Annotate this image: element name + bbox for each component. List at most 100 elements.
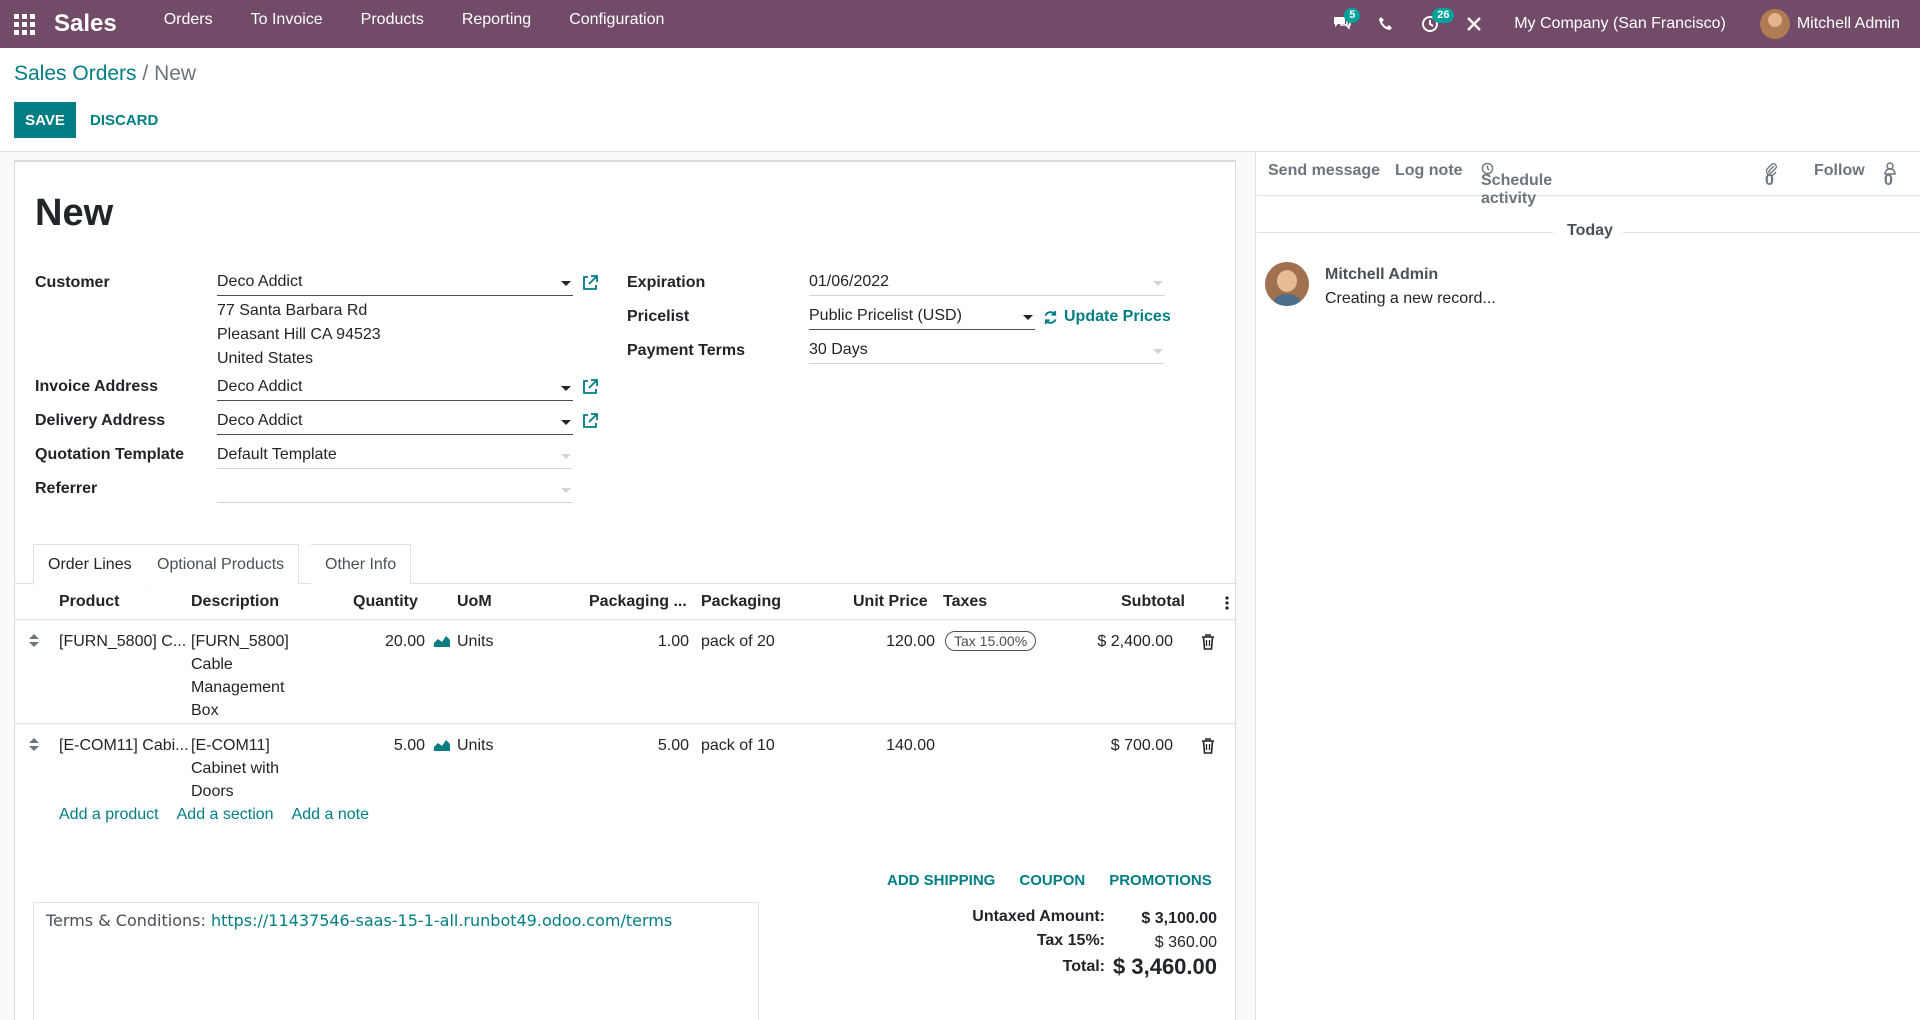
- line-unit-price[interactable]: 120.00: [865, 630, 935, 653]
- line-uom[interactable]: Units: [457, 630, 493, 653]
- quotation-template-dropdown-icon[interactable]: [561, 454, 571, 459]
- delete-line-icon[interactable]: [1201, 738, 1215, 754]
- activities-icon[interactable]: 26: [1408, 4, 1455, 44]
- messages-icon[interactable]: 5: [1320, 4, 1364, 44]
- date-separator: Today: [1257, 222, 1920, 242]
- breadcrumb-sales-orders[interactable]: Sales Orders: [14, 62, 137, 85]
- add-shipping-button[interactable]: ADD SHIPPING: [887, 872, 995, 889]
- line-product[interactable]: [FURN_5800] C...: [59, 630, 186, 653]
- update-prices-label: Update Prices: [1064, 308, 1171, 325]
- col-uom[interactable]: UoM: [457, 593, 492, 611]
- line-quantity[interactable]: 5.00: [365, 734, 425, 757]
- tab-optional-products[interactable]: Optional Products: [143, 544, 300, 584]
- expiration-field[interactable]: 01/06/2022: [809, 270, 1165, 296]
- col-subtotal[interactable]: Subtotal: [1121, 593, 1185, 611]
- invoice-address-external-link-icon[interactable]: [581, 378, 599, 396]
- referrer-field[interactable]: [217, 477, 573, 503]
- tab-order-lines[interactable]: Order Lines: [33, 544, 147, 585]
- add-section-link[interactable]: Add a section: [177, 806, 274, 824]
- discard-button[interactable]: DISCARD: [90, 102, 158, 138]
- user-menu[interactable]: Mitchell Admin: [1744, 4, 1920, 44]
- line-description[interactable]: [E-COM11] Cabinet with Doors: [191, 734, 279, 803]
- terms-label: Terms & Conditions:: [46, 911, 206, 930]
- quotation-template-field[interactable]: Default Template: [217, 443, 573, 469]
- payment-terms-label: Payment Terms: [627, 342, 745, 359]
- coupon-button[interactable]: COUPON: [1019, 872, 1085, 889]
- referrer-dropdown-icon[interactable]: [561, 488, 571, 493]
- menu-orders[interactable]: Orders: [145, 0, 232, 48]
- message-author-avatar[interactable]: [1265, 262, 1309, 306]
- phone-icon[interactable]: [1364, 4, 1408, 44]
- line-packaging-qty[interactable]: 1.00: [635, 630, 689, 653]
- payment-terms-value: 30 Days: [809, 341, 868, 358]
- send-message-button[interactable]: Send message: [1268, 162, 1380, 180]
- payment-terms-dropdown-icon[interactable]: [1153, 349, 1163, 354]
- invoice-address-field[interactable]: Deco Addict: [217, 375, 573, 401]
- forecast-chart-icon[interactable]: [433, 634, 451, 648]
- col-packaging-qty[interactable]: Packaging ...: [589, 593, 687, 611]
- col-unit-price[interactable]: Unit Price: [853, 593, 928, 611]
- debug-tools-icon[interactable]: [1452, 4, 1496, 44]
- separator-line: [1623, 232, 1920, 233]
- line-quantity[interactable]: 20.00: [365, 630, 425, 653]
- customer-dropdown-icon[interactable]: [561, 281, 571, 286]
- attachments-button[interactable]: 0: [1765, 162, 1777, 189]
- user-name: Mitchell Admin: [1796, 15, 1900, 32]
- save-button[interactable]: SAVE: [14, 102, 76, 138]
- log-note-button[interactable]: Log note: [1395, 162, 1463, 180]
- app-grid-icon[interactable]: [0, 0, 48, 48]
- col-quantity[interactable]: Quantity: [353, 593, 418, 611]
- menu-to-invoice[interactable]: To Invoice: [232, 0, 342, 48]
- drag-handle-icon[interactable]: [29, 634, 39, 648]
- drag-handle-icon[interactable]: [29, 738, 39, 752]
- delete-line-icon[interactable]: [1201, 634, 1215, 650]
- company-switcher[interactable]: My Company (San Francisco): [1496, 4, 1744, 44]
- line-packaging-qty[interactable]: 5.00: [635, 734, 689, 757]
- customer-external-link-icon[interactable]: [581, 274, 599, 292]
- line-uom[interactable]: Units: [457, 734, 493, 757]
- delivery-address-external-link-icon[interactable]: [581, 412, 599, 430]
- line-subtotal: $ 2,400.00: [1097, 633, 1173, 650]
- follow-button[interactable]: Follow: [1814, 162, 1865, 180]
- tab-other-info[interactable]: Other Info: [311, 544, 412, 584]
- forecast-chart-icon[interactable]: [433, 738, 451, 752]
- col-product[interactable]: Product: [59, 593, 119, 611]
- line-packaging[interactable]: pack of 20: [701, 630, 775, 653]
- followers-button[interactable]: 0: [1884, 162, 1896, 189]
- line-product[interactable]: [E-COM11] Cabi...: [59, 734, 189, 757]
- col-description[interactable]: Description: [191, 593, 279, 611]
- payment-terms-field[interactable]: 30 Days: [809, 338, 1165, 364]
- delivery-address-dropdown-icon[interactable]: [561, 420, 571, 425]
- delivery-address-field[interactable]: Deco Addict: [217, 409, 573, 435]
- schedule-activity-button[interactable]: Schedule activity: [1481, 162, 1552, 207]
- menu-reporting[interactable]: Reporting: [443, 0, 550, 48]
- order-lines-header: Product Description Quantity UoM Packagi…: [15, 584, 1237, 620]
- breadcrumb: Sales Orders / New: [14, 62, 196, 86]
- col-taxes[interactable]: Taxes: [943, 593, 987, 611]
- terms-link[interactable]: https://11437546-saas-15-1-all.runbot49.…: [211, 911, 672, 930]
- message-author[interactable]: Mitchell Admin: [1325, 266, 1438, 284]
- line-description[interactable]: [FURN_5800] Cable Management Box: [191, 630, 289, 722]
- order-line-row[interactable]: [E-COM11] Cabi... [E-COM11] Cabinet with…: [15, 724, 1237, 804]
- add-note-link[interactable]: Add a note: [292, 806, 369, 824]
- optional-columns-icon[interactable]: [1225, 596, 1229, 610]
- menu-configuration[interactable]: Configuration: [550, 0, 683, 48]
- invoice-address-dropdown-icon[interactable]: [561, 386, 571, 391]
- add-product-link[interactable]: Add a product: [59, 806, 159, 824]
- line-tax-tag[interactable]: Tax 15.00%: [945, 631, 1037, 651]
- menu-products[interactable]: Products: [342, 0, 443, 48]
- pricelist-field[interactable]: Public Pricelist (USD): [809, 304, 1035, 330]
- expiration-dropdown-icon[interactable]: [1153, 281, 1163, 286]
- line-unit-price[interactable]: 140.00: [865, 734, 935, 757]
- main-menu: Orders To Invoice Products Reporting Con…: [145, 0, 684, 48]
- terms-conditions-field[interactable]: Terms & Conditions: https://11437546-saa…: [33, 902, 759, 1020]
- pricelist-dropdown-icon[interactable]: [1023, 315, 1033, 320]
- promotions-button[interactable]: PROMOTIONS: [1109, 872, 1212, 889]
- referrer-label: Referrer: [35, 480, 98, 497]
- col-packaging[interactable]: Packaging: [701, 593, 781, 611]
- update-prices-button[interactable]: Update Prices: [1043, 308, 1171, 326]
- order-line-row[interactable]: [FURN_5800] C... [FURN_5800] Cable Manag…: [15, 620, 1237, 724]
- line-packaging[interactable]: pack of 10: [701, 734, 775, 757]
- customer-field[interactable]: Deco Addict: [217, 270, 573, 296]
- app-brand[interactable]: Sales: [54, 10, 117, 38]
